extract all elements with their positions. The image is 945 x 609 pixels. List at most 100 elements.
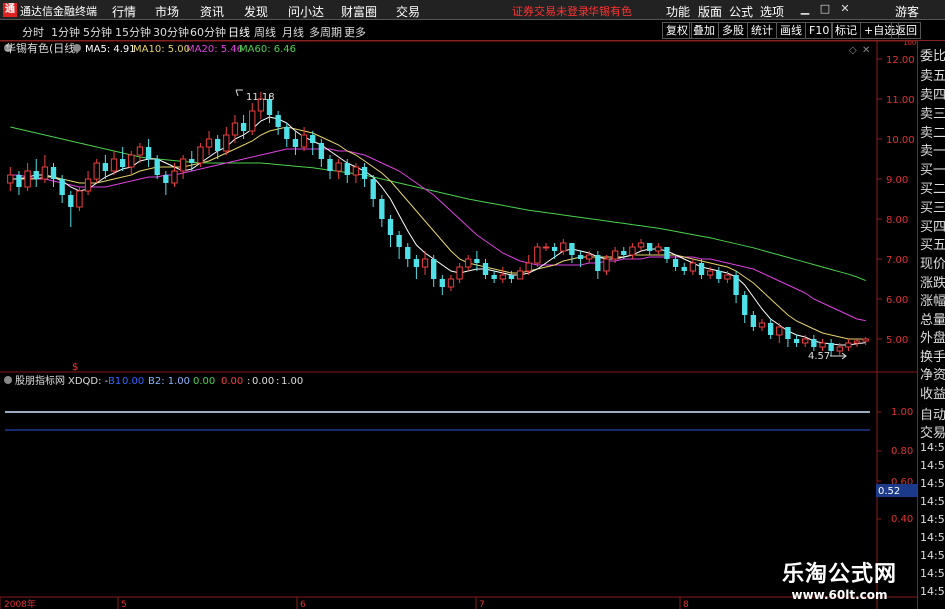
x-axis: 2008年 5 6 7 8: [0, 597, 689, 609]
quote-field-ask3[interactable]: 卖三: [920, 103, 945, 122]
back-button[interactable]: 返回: [891, 22, 921, 39]
close-icon[interactable]: ✕: [838, 2, 852, 16]
login-warning[interactable]: 证券交易未登录: [512, 3, 589, 19]
candle: [344, 159, 350, 183]
quote-field-outer[interactable]: 外盘: [920, 327, 945, 346]
ma-menu-icon[interactable]: [73, 44, 81, 52]
menu-item-quotes[interactable]: 行情: [112, 3, 136, 20]
candle-body: [655, 246, 662, 252]
app-title: 通达信金融终端: [20, 5, 97, 18]
quote-field-change[interactable]: 涨跌: [920, 272, 945, 291]
period-tab-weekly[interactable]: 周线: [254, 24, 276, 40]
candle-body: [534, 246, 541, 264]
quote-field-volume[interactable]: 总量: [920, 309, 945, 328]
quote-field-ask4[interactable]: 卖四: [920, 84, 945, 103]
adjust-button[interactable]: 复权: [662, 22, 692, 39]
candle: [534, 243, 541, 267]
candle-body: [456, 266, 463, 280]
overlay-button[interactable]: 叠加: [689, 22, 719, 39]
stats-button[interactable]: 统计: [747, 22, 777, 39]
period-tab-60min[interactable]: 60分钟: [190, 24, 226, 40]
candle-body: [819, 342, 826, 348]
candle-body: [396, 235, 402, 247]
menu-item-layout[interactable]: 版面: [698, 3, 722, 20]
quote-field-auto[interactable]: 自动: [920, 404, 945, 423]
candle-body: [758, 322, 766, 328]
watermark-title: 乐淘公式网: [781, 562, 897, 587]
quote-field-ask5[interactable]: 卖五: [920, 65, 945, 84]
candle: [205, 131, 213, 155]
candle: [396, 231, 402, 259]
candle: [758, 319, 766, 331]
user-guest[interactable]: 游客: [895, 3, 919, 20]
period-tab-15min[interactable]: 15分钟: [115, 24, 151, 40]
close-chart-icon[interactable]: ✕: [862, 45, 870, 56]
quote-field-bid1[interactable]: 买一: [920, 159, 945, 178]
period-tab-multi[interactable]: 多周期: [309, 24, 342, 40]
menu-item-formula[interactable]: 公式: [729, 3, 753, 20]
menu-item-function[interactable]: 功能: [666, 3, 690, 20]
candle: [447, 275, 455, 291]
candle-body: [318, 143, 325, 159]
f10-button[interactable]: F10: [805, 22, 834, 39]
menu-item-discover[interactable]: 发现: [244, 3, 268, 20]
candle: [845, 339, 852, 351]
candle-body: [128, 154, 135, 168]
tick-time: 14:56: [920, 441, 945, 454]
main-y-tick: 10.00: [886, 135, 915, 146]
period-tab-5min[interactable]: 5分钟: [83, 24, 112, 40]
candle-body: [335, 162, 342, 172]
candle-body: [119, 159, 126, 167]
quote-field-bid3[interactable]: 买三: [920, 197, 945, 216]
quote-field-bid2[interactable]: 买二: [920, 178, 945, 197]
main-y-tick: 11.00: [886, 95, 915, 106]
maximize-icon[interactable]: □: [818, 2, 832, 16]
dividend-mark[interactable]: $: [72, 362, 78, 373]
kline-chart[interactable]: 华锡有色(日线) MA5: 4.91 MA10: 5.00 MA20: 5.46…: [0, 41, 917, 609]
candle-body: [811, 339, 817, 347]
quote-field-earnings[interactable]: 收益: [920, 383, 945, 402]
candle-body: [664, 247, 670, 259]
candle-body: [525, 262, 532, 272]
candle: [59, 175, 65, 203]
candle-body: [681, 267, 687, 271]
candle-body: [284, 127, 290, 139]
draw-line-button[interactable]: 画线: [776, 22, 806, 39]
quote-field-change-pct[interactable]: 涨幅: [920, 290, 945, 309]
menu-item-options[interactable]: 选项: [760, 3, 784, 20]
diamond-icon[interactable]: ◇: [849, 45, 857, 56]
minimize-icon[interactable]: ▁: [798, 2, 812, 16]
tick-time: 14:56: [920, 513, 945, 526]
menu-item-trade[interactable]: 交易: [396, 3, 420, 20]
period-tab-monthly[interactable]: 月线: [282, 24, 304, 40]
indicator-v4-sep: :: [276, 376, 279, 387]
quote-field-ask1[interactable]: 卖一: [920, 140, 945, 159]
menu-item-wealth[interactable]: 财富圈: [341, 3, 377, 20]
quote-field-ask2[interactable]: 卖二: [920, 122, 945, 141]
menu-item-news[interactable]: 资讯: [200, 3, 224, 20]
quote-field-bid5[interactable]: 买五: [920, 234, 945, 253]
quote-field-turnover[interactable]: 换手: [920, 346, 945, 365]
candle-body: [516, 270, 524, 280]
period-tab-timeshare[interactable]: 分时: [22, 24, 44, 40]
period-tab-more[interactable]: 更多: [344, 24, 366, 40]
multi-stock-button[interactable]: 多股: [718, 22, 748, 39]
quote-field-trade[interactable]: 交易: [920, 422, 945, 441]
candle: [569, 243, 575, 263]
menu-item-market[interactable]: 市场: [155, 3, 179, 20]
candle: [41, 155, 49, 183]
quote-field-bid-ratio[interactable]: 委比: [920, 45, 945, 64]
period-tab-daily[interactable]: 日线: [228, 24, 250, 40]
candle-body: [171, 170, 178, 184]
ma10-line: [10, 126, 866, 340]
period-tab-1min[interactable]: 1分钟: [51, 24, 80, 40]
quote-field-bid4[interactable]: 买四: [920, 216, 945, 235]
period-tab-30min[interactable]: 30分钟: [153, 24, 189, 40]
ind-y-tick-2: 0.80: [891, 446, 913, 457]
quote-field-net-assets[interactable]: 净资: [920, 364, 945, 383]
indicator-menu-icon[interactable]: [4, 376, 12, 384]
quote-field-price[interactable]: 现价: [920, 253, 945, 272]
menu-item-xiaoda[interactable]: 问小达: [288, 3, 324, 20]
candle-body: [344, 163, 350, 175]
mark-button[interactable]: 标记: [831, 22, 861, 39]
